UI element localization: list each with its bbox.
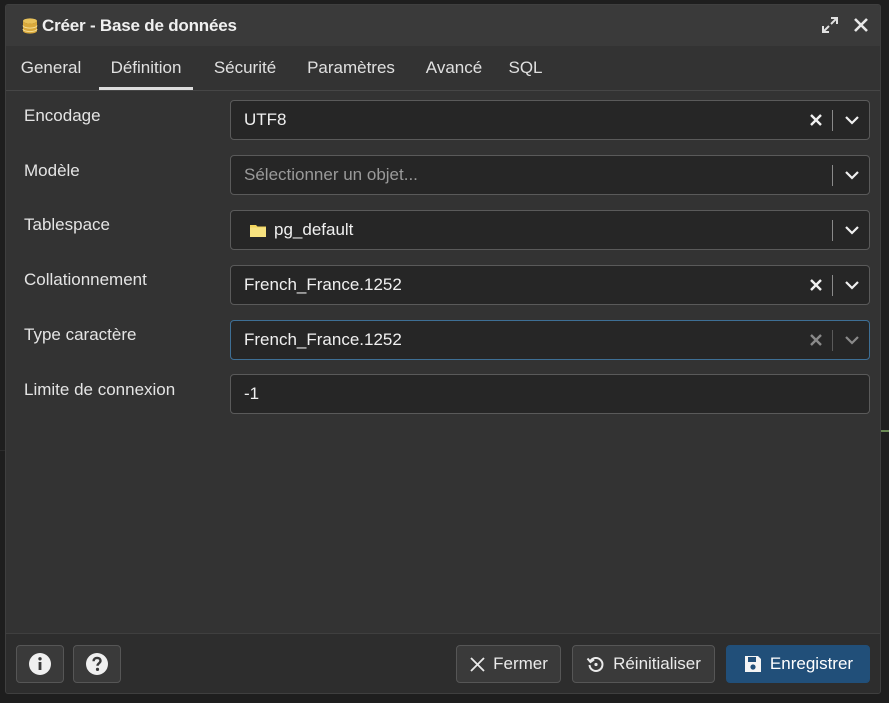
collation-label: Collationnement — [24, 270, 147, 289]
tablespace-label: Tablespace — [24, 215, 111, 234]
reset-button[interactable]: Réinitialiser — [572, 645, 715, 683]
template-placeholder: Sélectionner un objet... — [244, 165, 418, 184]
expand-icon[interactable] — [820, 15, 840, 35]
select-separator — [832, 330, 833, 351]
encoding-value: UTF8 — [244, 110, 287, 129]
connection-limit-label: Limite de connexion — [24, 380, 176, 399]
select-separator — [832, 275, 833, 296]
tab-bar: General Définition Sécurité Paramètres A… — [6, 46, 880, 91]
tab-advanced[interactable]: Avancé — [423, 46, 485, 89]
chevron-down-icon[interactable] — [843, 111, 861, 129]
ctype-select[interactable]: French_France.1252 — [230, 320, 870, 360]
info-icon — [29, 653, 51, 675]
tab-general[interactable]: General — [18, 46, 84, 89]
tablespace-value: pg_default — [274, 220, 354, 239]
tab-security[interactable]: Sécurité — [210, 46, 280, 89]
tablespace-select[interactable]: pg_default — [230, 210, 870, 250]
help-icon — [86, 653, 108, 675]
connection-limit-value: -1 — [244, 384, 260, 403]
tab-parameters[interactable]: Paramètres — [303, 46, 399, 89]
chevron-down-icon[interactable] — [843, 221, 861, 239]
dialog-title: Créer - Base de données — [42, 16, 237, 35]
encoding-select[interactable]: UTF8 — [230, 100, 870, 140]
close-button-label: Fermer — [493, 654, 548, 673]
template-select[interactable]: Sélectionner un objet... — [230, 155, 870, 195]
connection-limit-input[interactable]: -1 — [230, 374, 870, 414]
tab-definition[interactable]: Définition — [99, 46, 193, 90]
create-database-dialog: Créer - Base de données General Définiti… — [5, 4, 881, 694]
reset-button-label: Réinitialiser — [613, 654, 701, 673]
collation-value: French_France.1252 — [244, 275, 402, 294]
dialog-titlebar[interactable]: Créer - Base de données — [6, 5, 880, 46]
help-button[interactable] — [73, 645, 121, 683]
clear-icon[interactable] — [807, 331, 825, 349]
chevron-down-icon[interactable] — [843, 331, 861, 349]
close-icon — [470, 656, 485, 672]
ctype-value: French_France.1252 — [244, 330, 402, 349]
collation-select[interactable]: French_France.1252 — [230, 265, 870, 305]
database-icon — [22, 18, 38, 34]
close-button[interactable]: Fermer — [456, 645, 561, 683]
chevron-down-icon[interactable] — [843, 276, 861, 294]
chevron-down-icon[interactable] — [843, 166, 861, 184]
background-divider — [881, 430, 889, 432]
save-icon — [744, 656, 761, 672]
close-icon[interactable] — [851, 15, 871, 35]
select-separator — [832, 220, 833, 241]
save-button-label: Enregistrer — [769, 654, 854, 673]
encoding-label: Encodage — [24, 106, 101, 125]
clear-icon[interactable] — [807, 276, 825, 294]
template-label: Modèle — [24, 161, 80, 180]
select-separator — [832, 165, 833, 186]
select-separator — [832, 110, 833, 131]
dialog-footer: Fermer Réinitialiser Enregistrer — [6, 633, 880, 693]
ctype-label: Type caractère — [24, 325, 137, 344]
reset-icon — [586, 657, 604, 672]
clear-icon[interactable] — [807, 111, 825, 129]
save-button[interactable]: Enregistrer — [726, 645, 870, 683]
info-button[interactable] — [16, 645, 64, 683]
folder-icon — [250, 225, 266, 237]
tab-sql[interactable]: SQL — [507, 46, 544, 89]
